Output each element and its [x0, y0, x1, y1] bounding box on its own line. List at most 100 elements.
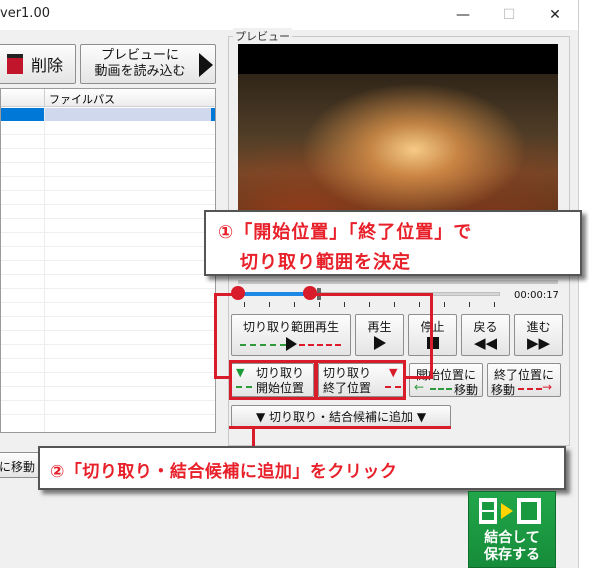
table-row[interactable]	[1, 360, 215, 373]
table-row-selected[interactable]	[1, 108, 45, 121]
table-row[interactable]	[1, 150, 215, 163]
tick	[444, 302, 445, 307]
tick	[419, 302, 420, 307]
title-bar: ver1.00 — ☐ ✕	[0, 0, 589, 30]
merge-save-label-1: 結合して	[484, 530, 540, 546]
back-label: 戻る	[473, 320, 498, 334]
right-arrow-icon: →	[542, 380, 553, 394]
goto-end-button[interactable]: 終了位置に 移動 →	[487, 363, 561, 397]
forward-button[interactable]: 進む ▶▶	[514, 314, 563, 356]
goto-start-button[interactable]: 開始位置に ← 移動	[409, 363, 483, 397]
merge-save-label-2: 保存する	[484, 547, 540, 563]
add-candidate-label: 切り取り・結合候補に追加	[268, 410, 413, 424]
tick	[319, 302, 320, 307]
play-icon	[374, 336, 386, 350]
table-row[interactable]	[1, 262, 215, 275]
connector-line	[214, 293, 217, 379]
table-row[interactable]	[1, 388, 215, 401]
table-row[interactable]	[1, 234, 215, 247]
connector-line	[214, 376, 230, 379]
seek-bar-range	[240, 292, 308, 296]
table-row[interactable]	[1, 276, 215, 289]
merge-save-button[interactable]: 結合して 保存する	[468, 491, 556, 568]
connector-line	[405, 376, 433, 379]
range-play-label: 切り取り範囲再生	[242, 320, 339, 334]
callout-1-line-1: ①「開始位置」「終了位置」で	[218, 222, 473, 243]
goto-start-label-2: 移動	[454, 383, 479, 397]
table-row[interactable]	[1, 178, 215, 191]
goto-end-label-2: 移動	[491, 383, 516, 397]
tick	[244, 302, 245, 307]
play-button[interactable]: 再生	[355, 314, 404, 356]
table-row[interactable]	[1, 220, 215, 233]
connector-line	[430, 293, 433, 379]
table-row[interactable]	[1, 346, 215, 359]
load-preview-label-1: プレビューに	[100, 48, 179, 63]
column-header-filepath[interactable]: ファイルパス	[49, 91, 115, 107]
forward-label: 進む	[526, 320, 551, 334]
tick	[369, 302, 370, 307]
table-row[interactable]	[1, 248, 215, 261]
file-list-table[interactable]: ファイルパス	[0, 88, 216, 433]
play-arrow-icon	[199, 53, 213, 77]
clapper-icon	[6, 54, 23, 74]
minimize-button[interactable]: —	[440, 0, 486, 30]
goto-start-dash	[430, 388, 452, 390]
fast-forward-icon: ▶▶	[526, 334, 551, 352]
window-title: ver1.00	[0, 6, 50, 21]
add-candidate-button[interactable]: ▼ 切り取り・結合候補に追加 ▼	[231, 405, 451, 427]
table-row[interactable]	[1, 374, 215, 387]
load-preview-label-2: 動画を読み込む	[94, 64, 186, 79]
stop-icon	[427, 337, 439, 349]
play-icon	[286, 337, 297, 351]
range-play-button[interactable]: 切り取り範囲再生	[231, 314, 351, 356]
table-row[interactable]	[1, 164, 215, 177]
callout-1-line-2: 切り取り範囲を決定	[240, 252, 411, 273]
callout2-pointer	[252, 428, 255, 448]
left-arrow-icon: ←	[414, 380, 425, 394]
table-row[interactable]	[1, 122, 215, 135]
table-row[interactable]	[1, 318, 215, 331]
connector-line	[310, 293, 432, 296]
goto-end-dash	[518, 388, 542, 390]
maximize-button[interactable]: ☐	[486, 0, 532, 30]
end-marker-dot	[303, 286, 317, 300]
callout-2: ②「切り取り・結合候補に追加」をクリック	[38, 446, 566, 490]
tick	[469, 302, 470, 307]
tick	[294, 302, 295, 307]
table-row[interactable]	[1, 304, 215, 317]
close-button[interactable]: ✕	[532, 0, 578, 30]
table-row[interactable]	[1, 402, 215, 415]
table-row[interactable]	[1, 206, 215, 219]
delete-button[interactable]: 削除	[0, 44, 76, 84]
load-preview-button[interactable]: プレビューに 動画を読み込む	[80, 44, 216, 84]
highlight-cut-start	[229, 360, 317, 400]
time-display: 00:00:17	[514, 290, 559, 301]
move-button-label: に移動	[0, 460, 36, 474]
down-triangle-icon: ▼	[255, 410, 269, 424]
play-label: 再生	[367, 320, 392, 334]
tick	[269, 302, 270, 307]
table-header: ファイルパス	[1, 89, 215, 107]
table-cell-filepath[interactable]	[45, 108, 211, 121]
range-end-line	[299, 344, 341, 346]
callout-2-text: ②「切り取り・結合候補に追加」をクリック	[50, 462, 398, 482]
start-marker-dot	[231, 286, 245, 300]
window-edge	[578, 0, 589, 568]
highlight-underline	[229, 426, 451, 429]
table-row-end	[211, 108, 215, 121]
table-row[interactable]	[1, 332, 215, 345]
table-row[interactable]	[1, 290, 215, 303]
table-row[interactable]	[1, 136, 215, 149]
table-row[interactable]	[1, 192, 215, 205]
delete-label: 削除	[30, 56, 63, 75]
preview-group-label: プレビュー	[233, 28, 292, 44]
down-triangle-icon: ▼	[413, 410, 427, 424]
tick	[394, 302, 395, 307]
rewind-icon: ◀◀	[473, 334, 498, 352]
range-start-line	[240, 344, 286, 346]
callout-1: ①「開始位置」「終了位置」で 切り取り範囲を決定	[204, 210, 582, 276]
seek-bar-top	[238, 280, 558, 284]
highlight-cut-end	[315, 360, 406, 400]
back-button[interactable]: 戻る ◀◀	[461, 314, 510, 356]
